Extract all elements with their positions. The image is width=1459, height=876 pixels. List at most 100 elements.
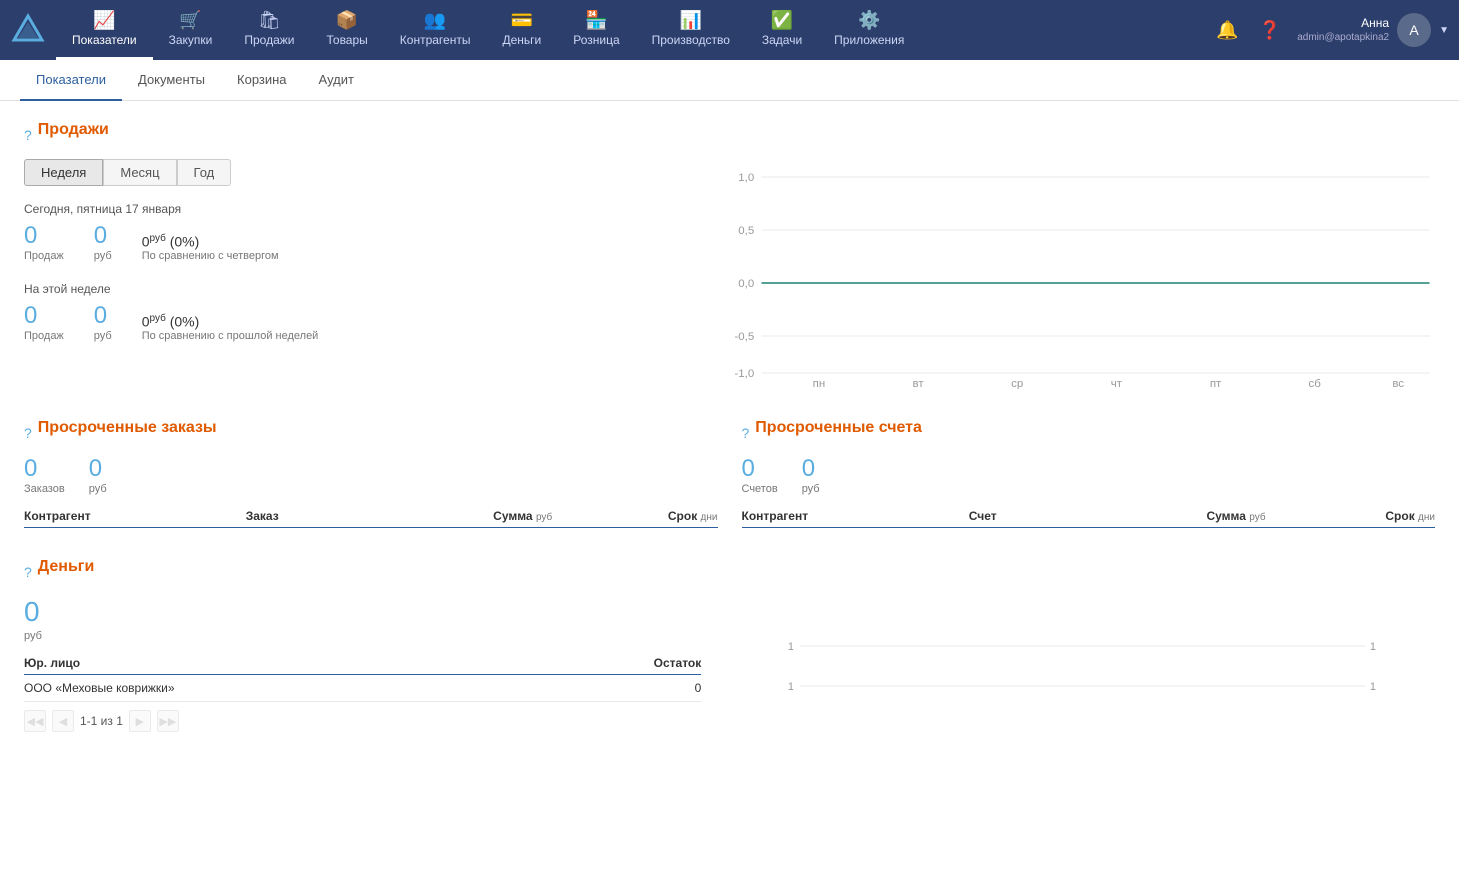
svg-text:-1,0: -1,0	[735, 368, 755, 380]
user-dropdown-icon: ▼	[1439, 25, 1449, 36]
nav-item-pokazateli[interactable]: 📈Показатели	[56, 0, 153, 60]
prilozhenia-icon: ⚙️	[858, 10, 880, 31]
sales-section-header: ? Продажи	[24, 121, 1435, 149]
page-last-btn[interactable]: ▶▶	[157, 710, 179, 732]
col-summa-orders: Сумма руб	[356, 505, 553, 528]
money-table-row: ООО «Меховые коврижки»0	[24, 675, 701, 702]
overdue-invoices-title: Просроченные счета	[755, 419, 922, 437]
money-total-value: 0	[24, 596, 40, 628]
today-orders-label: Продаж	[24, 250, 64, 262]
money-right: 1 1 1 1	[725, 596, 1435, 732]
nav-item-roznica[interactable]: 🏪Розница	[557, 0, 635, 60]
week-orders-label: Продаж	[24, 330, 64, 342]
nav-item-zakupki[interactable]: 🛒Закупки	[153, 0, 229, 60]
money-title: Деньги	[38, 558, 95, 576]
money-table: Юр. лицо Остаток ООО «Меховые коврижки»0	[24, 652, 701, 702]
nav-item-prodazhi[interactable]: 🛍 Продажи	[228, 0, 310, 60]
week-stats-row: 0 Продаж 0 руб 0руб (0%) По сравнению с …	[24, 304, 701, 342]
sub-nav-item-korzina[interactable]: Корзина	[221, 60, 303, 101]
nav-items: 📈Показатели🛒Закупки 🛍 Продажи 📦Товары👥Контр…	[56, 0, 1212, 60]
overdue-invoices-block: ? Просроченные счета 0 Счетов 0 руб Конт…	[742, 419, 1436, 528]
nav-item-zadachi[interactable]: ✅Задачи	[746, 0, 818, 60]
overdue-orders-help-icon[interactable]: ?	[24, 425, 32, 441]
overdue-invoices-amount-value: 0	[802, 457, 820, 481]
proizvodstvo-icon: 📊	[680, 10, 702, 31]
roznica-icon: 🏪	[585, 10, 607, 31]
today-subtitle: Сегодня, пятница 17 января	[24, 202, 701, 216]
nav-item-prilozhenia[interactable]: ⚙️Приложения	[818, 0, 920, 60]
logo[interactable]	[10, 12, 46, 48]
help-icon[interactable]: ❓	[1255, 16, 1285, 45]
today-orders-stat: 0 Продаж	[24, 224, 64, 262]
pagination-text: 1-1 из 1	[80, 714, 123, 728]
overdue-orders-count: 0 Заказов	[24, 457, 65, 495]
page-first-btn[interactable]: ◀◀	[24, 710, 46, 732]
notifications-icon[interactable]: 🔔	[1212, 16, 1242, 45]
week-revenue-label: руб	[94, 330, 112, 342]
top-nav: 📈Показатели🛒Закупки 🛍 Продажи 📦Товары👥Контр…	[0, 0, 1459, 60]
overdue-invoices-help-icon[interactable]: ?	[742, 425, 750, 441]
sub-nav-item-dokumenty[interactable]: Документы	[122, 60, 221, 101]
overdue-orders-count-value: 0	[24, 457, 65, 481]
sub-nav-item-pokazateli[interactable]: Показатели	[20, 60, 122, 101]
zakupki-icon: 🛒	[179, 10, 201, 31]
overdue-orders-stats: 0 Заказов 0 руб	[24, 457, 718, 495]
svg-text:пт: пт	[1210, 378, 1221, 389]
today-revenue-value: 0	[94, 224, 112, 248]
period-btn-месяц[interactable]: Месяц	[103, 159, 176, 186]
svg-text:1: 1	[788, 641, 794, 653]
overdue-invoices-stats: 0 Счетов 0 руб	[742, 457, 1436, 495]
overdue-orders-count-label: Заказов	[24, 483, 65, 495]
svg-text:чт: чт	[1111, 378, 1122, 389]
week-subtitle: На этой неделе	[24, 282, 701, 296]
overdue-orders-block: ? Просроченные заказы 0 Заказов 0 руб Ко…	[24, 419, 718, 528]
nav-item-kontragenty[interactable]: 👥Контрагенты	[384, 0, 487, 60]
today-revenue-label: руб	[94, 250, 112, 262]
period-btn-год[interactable]: Год	[177, 159, 232, 186]
svg-text:1: 1	[1370, 681, 1376, 693]
dengi-label: Деньги	[502, 33, 541, 47]
user-info: Анна admin@apotapkina2	[1297, 16, 1389, 45]
sub-nav-item-audit[interactable]: Аудит	[303, 60, 370, 101]
nav-item-tovary[interactable]: 📦Товары	[311, 0, 384, 60]
page-next-btn[interactable]: ▶	[129, 710, 151, 732]
col-ostatok: Остаток	[539, 652, 702, 675]
week-comparison-label: По сравнению с прошлой неделей	[142, 330, 319, 342]
nav-right: 🔔 ❓ Анна admin@apotapkina2 А ▼	[1212, 13, 1449, 47]
nav-item-dengi[interactable]: 💳Деньги	[486, 0, 557, 60]
prodazhi-label: Продажи	[244, 33, 294, 47]
nav-item-proizvodstvo[interactable]: 📊Производство	[636, 0, 746, 60]
overdue-orders-table: Контрагент Заказ Сумма руб Срок дни	[24, 505, 718, 528]
period-btn-неделя[interactable]: Неделя	[24, 159, 103, 186]
overdue-invoices-count-label: Счетов	[742, 483, 778, 495]
prodazhi-icon: 🛍	[258, 10, 281, 31]
page-prev-btn[interactable]: ◀	[52, 710, 74, 732]
svg-text:1,0: 1,0	[739, 172, 755, 184]
kontragenty-label: Контрагенты	[400, 33, 471, 47]
user-email: admin@apotapkina2	[1297, 31, 1389, 44]
sales-help-icon[interactable]: ?	[24, 127, 32, 143]
svg-text:0,5: 0,5	[739, 225, 755, 237]
week-revenue-stat: 0 руб	[94, 304, 112, 342]
period-buttons: НеделяМесяцГод	[24, 159, 701, 186]
col-kontragent-orders: Контрагент	[24, 505, 246, 528]
tovary-label: Товары	[327, 33, 368, 47]
overdue-grid: ? Просроченные заказы 0 Заказов 0 руб Ко…	[24, 419, 1435, 528]
svg-text:1: 1	[1370, 641, 1376, 653]
today-orders-value: 0	[24, 224, 64, 248]
sales-chart-svg: 1,0 0,5 0,0 -0,5 -1,0 пн вт	[725, 159, 1435, 389]
money-help-icon[interactable]: ?	[24, 564, 32, 580]
svg-text:0,0: 0,0	[739, 278, 755, 290]
user-menu[interactable]: Анна admin@apotapkina2 А ▼	[1297, 13, 1449, 47]
main-content: ? Продажи НеделяМесяцГод Сегодня, пятниц…	[0, 101, 1459, 867]
overdue-orders-amount-value: 0	[89, 457, 107, 481]
svg-text:сб: сб	[1309, 378, 1321, 389]
money-total-label: руб	[24, 630, 701, 642]
pokazateli-label: Показатели	[72, 33, 137, 47]
col-schet: Счет	[969, 505, 1064, 528]
money-row-amount: 0	[539, 675, 702, 702]
today-comparison-value: 0руб (0%)	[142, 233, 279, 250]
week-comparison: 0руб (0%) По сравнению с прошлой неделей	[142, 313, 319, 342]
svg-text:пн: пн	[813, 378, 826, 389]
today-comparison: 0руб (0%) По сравнению с четвергом	[142, 233, 279, 262]
